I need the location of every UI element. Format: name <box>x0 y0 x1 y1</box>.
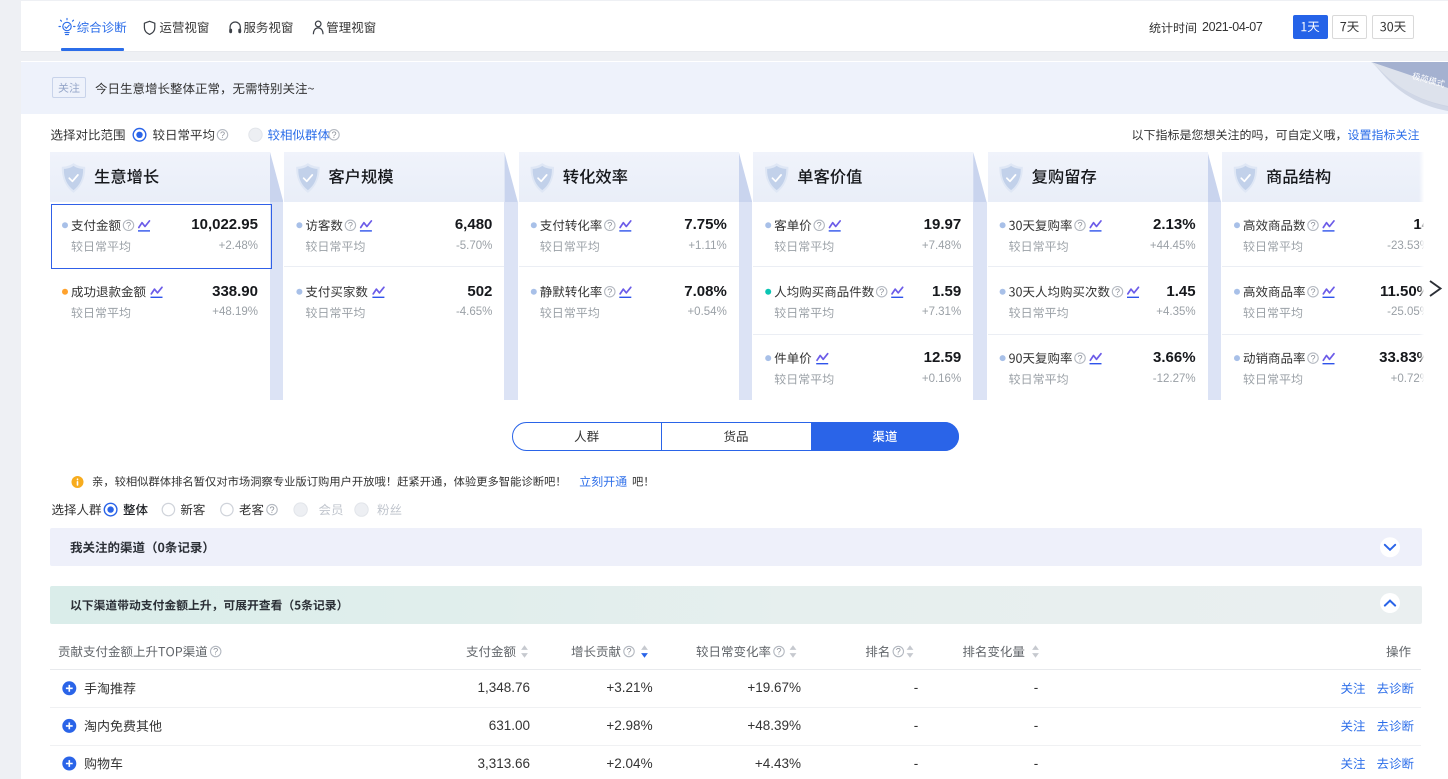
svg-text:?: ? <box>776 647 781 657</box>
svg-text:?: ? <box>1310 353 1315 363</box>
svg-text:?: ? <box>348 221 353 231</box>
svg-text:?: ? <box>1115 287 1120 297</box>
svg-text:?: ? <box>607 287 612 297</box>
svg-text:?: ? <box>269 505 274 515</box>
svg-text:?: ? <box>1310 221 1315 231</box>
svg-text:?: ? <box>1077 353 1082 363</box>
svg-text:?: ? <box>1077 221 1082 231</box>
svg-text:?: ? <box>213 647 218 657</box>
svg-text:?: ? <box>817 221 822 231</box>
svg-text:?: ? <box>220 130 225 140</box>
svg-text:?: ? <box>626 647 631 657</box>
svg-text:?: ? <box>607 221 612 231</box>
svg-text:?: ? <box>1310 287 1315 297</box>
svg-text:?: ? <box>896 647 901 657</box>
svg-text:?: ? <box>879 287 884 297</box>
svg-text:?: ? <box>331 130 336 140</box>
svg-text:?: ? <box>126 221 131 231</box>
